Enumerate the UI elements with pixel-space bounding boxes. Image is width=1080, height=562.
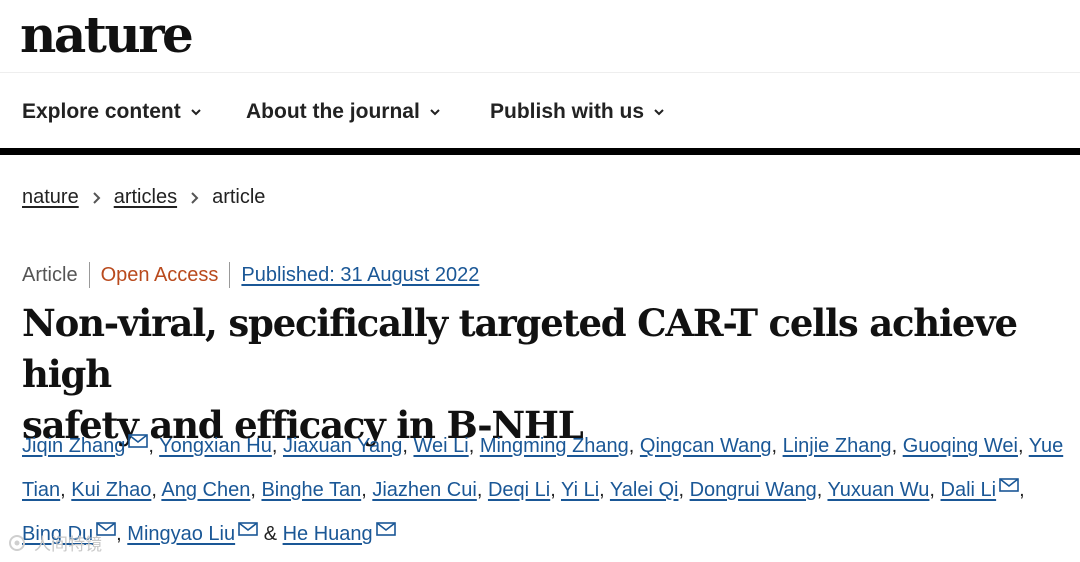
chevron-right-icon (191, 191, 199, 204)
author-link[interactable]: Kui Zhao (71, 479, 151, 501)
author-link[interactable]: Jiqin Zhang (22, 435, 125, 457)
top-navigation: Explore content About the journal Publis… (0, 72, 1080, 149)
author-link[interactable]: Yongxian Hu (159, 435, 272, 457)
nature-logo[interactable]: nature (20, 2, 194, 68)
nav-label: Publish with us (490, 100, 645, 123)
watermark-logo-icon (9, 534, 25, 551)
author-link[interactable]: Wei Li (413, 435, 468, 457)
author-link[interactable]: Qingcan Wang (640, 435, 772, 457)
author-link[interactable]: Jiaxuan Yang (283, 435, 402, 457)
chevron-down-icon (430, 109, 440, 116)
nav-label: Explore content (22, 100, 181, 123)
author-link[interactable]: Mingming Zhang (480, 435, 629, 457)
author-link[interactable]: Mingyao Liu (127, 523, 235, 545)
mail-icon[interactable] (375, 522, 396, 536)
meta-divider (88, 262, 90, 288)
chevron-right-icon (93, 191, 101, 204)
author-link[interactable]: Linjie Zhang (783, 435, 892, 457)
nav-explore-content[interactable]: Explore content (22, 100, 201, 124)
author-link[interactable]: Guoqing Wei (903, 435, 1018, 457)
author-joiner: & (263, 523, 278, 545)
nav-label: About the journal (246, 100, 420, 123)
watermark-text: 人间特镜 (34, 535, 102, 554)
title-line-1: Non-viral, specifically targeted CAR-T c… (22, 301, 1018, 396)
nav-publish-with-us[interactable]: Publish with us (490, 100, 664, 124)
author-link[interactable]: Ang Chen (161, 479, 250, 501)
meta-divider (229, 262, 231, 288)
author-list: Jiqin Zhang, Yongxian Hu, Jiaxuan Yang, … (22, 434, 1064, 545)
watermark: 人间特镜 (8, 530, 102, 555)
published-date-link[interactable]: Published: 31 August 2022 (241, 264, 479, 287)
author-link[interactable]: Dali Li (941, 479, 997, 501)
article-type: Article (22, 263, 78, 286)
breadcrumb-link-articles[interactable]: articles (114, 186, 177, 209)
masthead: nature (0, 0, 1080, 72)
breadcrumb-link-nature[interactable]: nature (22, 186, 79, 209)
chevron-down-icon (654, 109, 664, 116)
article-meta: Article Open Access Published: 31 August… (22, 262, 479, 288)
author-link[interactable]: Deqi Li (488, 479, 550, 501)
nav-about-journal[interactable]: About the journal (246, 100, 440, 124)
open-access-badge: Open Access (100, 263, 219, 286)
author-link[interactable]: Binghe Tan (261, 479, 361, 501)
breadcrumb-current: article (212, 186, 266, 208)
author-link[interactable]: Yi Li (561, 479, 599, 501)
mail-icon[interactable] (128, 434, 149, 448)
author-link[interactable]: He Huang (283, 523, 373, 545)
chevron-down-icon (190, 109, 201, 116)
breadcrumb: nature articles article (22, 186, 265, 209)
author-link[interactable]: Dongrui Wang (690, 479, 817, 501)
author-link[interactable]: Yalei Qi (610, 479, 679, 501)
author-link[interactable]: Yuxuan Wu (827, 479, 929, 501)
author-link[interactable]: Jiazhen Cui (372, 479, 477, 501)
mail-icon[interactable] (999, 478, 1019, 492)
header-divider (0, 148, 1080, 155)
mail-icon[interactable] (238, 522, 258, 536)
